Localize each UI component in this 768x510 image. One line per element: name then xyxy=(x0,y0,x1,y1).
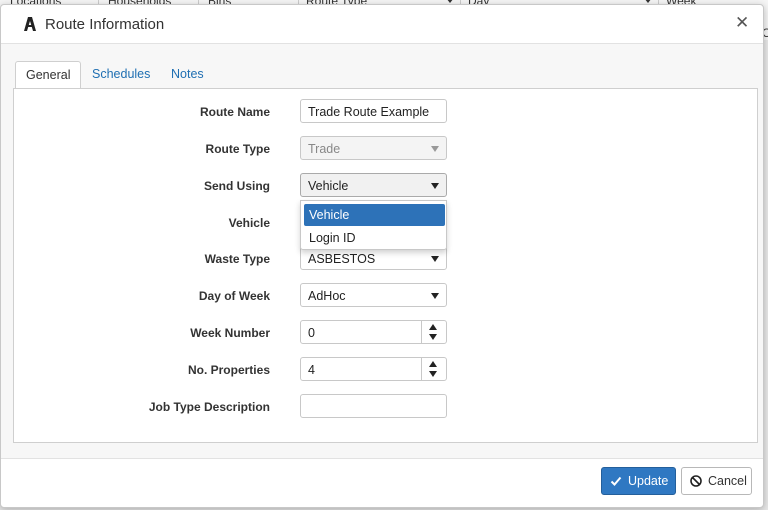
day-of-week-select[interactable]: AdHoc xyxy=(300,283,447,307)
send-using-select[interactable]: Vehicle xyxy=(300,173,447,197)
route-name-value: Trade Route Example xyxy=(308,105,430,119)
dialog-footer: Update Cancel xyxy=(1,459,763,507)
send-using-dropdown: Vehicle Login ID xyxy=(300,200,447,250)
day-of-week-row: Day of Week AdHoc xyxy=(14,283,757,309)
dialog-title: Route Information xyxy=(45,16,165,33)
route-name-label: Route Name xyxy=(199,105,270,119)
option-login-id[interactable]: Login ID xyxy=(304,227,445,249)
chevron-down-icon xyxy=(431,293,439,299)
job-type-description-input[interactable] xyxy=(300,394,447,418)
send-using-value: Vehicle xyxy=(308,179,349,193)
tab-schedules[interactable]: Schedules xyxy=(82,61,160,87)
chevron-down-icon xyxy=(431,146,439,152)
week-number-label: Week Number xyxy=(190,326,270,340)
decrement-icon[interactable] xyxy=(429,371,437,377)
job-type-description-row: Job Type Description xyxy=(14,394,757,420)
cancel-label: Cancel xyxy=(708,474,747,488)
no-properties-row: No. Properties 4 xyxy=(14,357,757,383)
tab-general[interactable]: General xyxy=(15,61,82,90)
general-panel: Route Name Trade Route Example Route Typ… xyxy=(13,88,758,443)
week-number-value: 0 xyxy=(308,326,315,340)
dialog-header: Route Information ✕ xyxy=(1,5,763,44)
no-properties-value: 4 xyxy=(308,363,315,377)
send-using-label: Send Using xyxy=(203,179,270,193)
close-icon[interactable]: ✕ xyxy=(735,14,749,32)
no-properties-stepper[interactable]: 4 xyxy=(300,357,447,381)
logo-icon xyxy=(24,17,36,31)
cancel-button[interactable]: Cancel xyxy=(681,467,752,495)
update-button[interactable]: Update xyxy=(601,467,676,495)
no-properties-label: No. Properties xyxy=(187,363,270,377)
route-information-dialog: Route Information ✕ General Schedules No… xyxy=(0,4,764,508)
vehicle-label: Vehicle xyxy=(228,216,270,230)
no-properties-spinner[interactable] xyxy=(421,358,446,380)
waste-type-value: ASBESTOS xyxy=(308,252,376,266)
route-type-select: Trade xyxy=(300,136,447,160)
week-number-spinner[interactable] xyxy=(421,321,446,343)
route-type-label: Route Type xyxy=(205,142,270,156)
option-vehicle[interactable]: Vehicle xyxy=(304,204,445,226)
chevron-down-icon xyxy=(431,183,439,189)
check-icon xyxy=(610,476,622,486)
day-of-week-label: Day of Week xyxy=(198,289,270,303)
week-number-stepper[interactable]: 0 xyxy=(300,320,447,344)
ban-icon xyxy=(690,475,702,487)
waste-type-label: Waste Type xyxy=(204,252,270,266)
route-name-row: Route Name Trade Route Example xyxy=(14,99,757,125)
route-name-input[interactable]: Trade Route Example xyxy=(300,99,447,123)
increment-icon[interactable] xyxy=(429,324,437,330)
chevron-down-icon xyxy=(431,256,439,262)
route-type-row: Route Type Trade xyxy=(14,136,757,162)
tab-notes[interactable]: Notes xyxy=(161,61,214,87)
increment-icon[interactable] xyxy=(429,361,437,367)
decrement-icon[interactable] xyxy=(429,334,437,340)
dialog-body: General Schedules Notes Route Name Trade… xyxy=(1,44,763,459)
route-type-value: Trade xyxy=(308,142,341,156)
update-label: Update xyxy=(628,474,669,488)
send-using-row: Send Using Vehicle xyxy=(14,173,757,199)
day-of-week-value: AdHoc xyxy=(308,289,346,303)
job-type-description-label: Job Type Description xyxy=(148,400,270,414)
week-number-row: Week Number 0 xyxy=(14,320,757,346)
